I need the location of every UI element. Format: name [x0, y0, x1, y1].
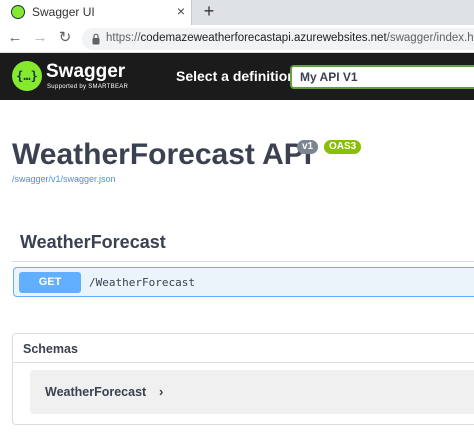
- spec-json-link[interactable]: /swagger/v1/swagger.json: [12, 174, 116, 184]
- browser-toolbar: ← → ↻ https://codemazeweatherforecastapi…: [0, 25, 474, 53]
- oas-badge: OAS3: [324, 140, 362, 154]
- swagger-favicon-icon: [11, 5, 25, 19]
- model-weatherforecast[interactable]: WeatherForecast ›: [30, 370, 474, 414]
- url-scheme: https://: [106, 32, 141, 44]
- swagger-logo-icon[interactable]: {…}: [12, 61, 42, 91]
- browser-tab[interactable]: Swagger UI ×: [0, 0, 192, 25]
- browser-tab-strip: Swagger UI × +: [0, 0, 474, 25]
- schemas-divider: [13, 362, 474, 363]
- version-badge: v1: [297, 140, 319, 154]
- lock-icon: [92, 33, 100, 45]
- api-title: WeatherForecast API: [12, 138, 313, 171]
- operation-path: /WeatherForecast: [89, 276, 195, 289]
- new-tab-icon[interactable]: +: [200, 1, 218, 21]
- close-tab-icon[interactable]: ×: [173, 3, 189, 19]
- select-definition-label: Select a definition: [176, 68, 296, 84]
- tab-title: Swagger UI: [32, 5, 95, 19]
- get-weatherforecast-operation[interactable]: GET /WeatherForecast: [13, 267, 474, 297]
- chevron-right-icon[interactable]: ›: [159, 384, 163, 399]
- definition-select[interactable]: My API V1: [290, 65, 474, 89]
- url-host: codemazeweatherforecastapi.azurewebsites…: [140, 32, 387, 44]
- swagger-logo-title[interactable]: Swagger: [46, 61, 125, 83]
- tag-divider: [12, 261, 474, 262]
- url-path: /swagger/index.html: [386, 32, 474, 44]
- reload-icon[interactable]: ↻: [56, 29, 74, 47]
- back-arrow-icon[interactable]: ←: [6, 29, 24, 47]
- swagger-logo-subtitle: Supported by SMARTBEAR: [47, 84, 129, 90]
- schemas-title[interactable]: Schemas: [23, 342, 78, 356]
- url-text: https://codemazeweatherforecastapi.azure…: [106, 32, 474, 44]
- address-bar[interactable]: https://codemazeweatherforecastapi.azure…: [82, 28, 474, 50]
- model-name: WeatherForecast: [45, 385, 147, 399]
- schemas-section: Schemas WeatherForecast ›: [12, 333, 474, 425]
- operation-tag-title[interactable]: WeatherForecast: [20, 232, 166, 253]
- get-method-badge: GET: [19, 272, 81, 293]
- forward-arrow-icon[interactable]: →: [31, 29, 49, 47]
